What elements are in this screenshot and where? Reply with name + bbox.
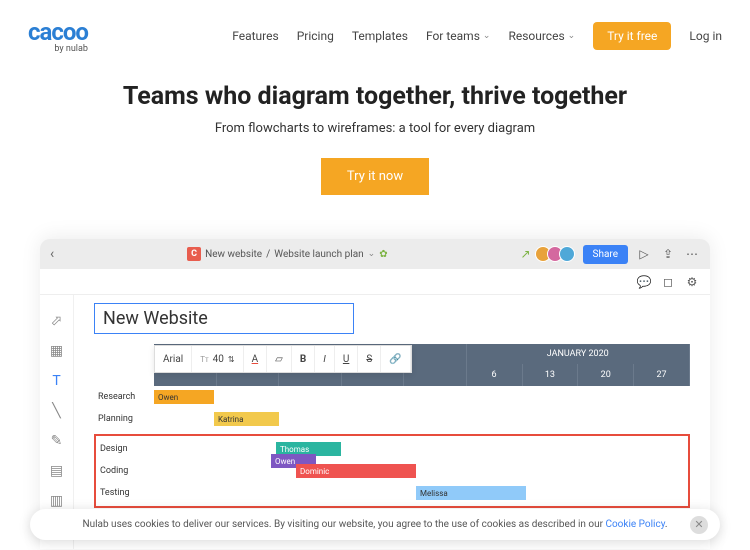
gantt-row-planning: Planning Katrina — [94, 408, 690, 430]
play-icon[interactable]: ▷ — [636, 246, 652, 262]
row-track: Owen — [154, 386, 690, 408]
nav-pricing[interactable]: Pricing — [297, 29, 334, 43]
row-track: Melissa — [156, 482, 688, 504]
close-icon[interactable]: ✕ — [690, 516, 708, 534]
breadcrumb-sep: / — [266, 249, 270, 260]
try-free-button[interactable]: Try it free — [593, 22, 671, 50]
page-icon[interactable]: ◻ — [660, 274, 676, 290]
text-tool-icon[interactable]: T — [52, 373, 60, 389]
day-cell: 6 — [467, 364, 523, 386]
task-bar[interactable]: Dominic — [296, 464, 416, 478]
chevron-down-icon: ⌄ — [568, 31, 576, 41]
highlight-button[interactable]: ▱ — [267, 346, 292, 372]
days-spacer — [94, 364, 154, 386]
text-color-button[interactable]: A — [244, 346, 268, 372]
pen-tool-icon[interactable]: ✎ — [51, 433, 63, 449]
row-track: Owen Dominic — [156, 460, 688, 482]
nav-features[interactable]: Features — [232, 29, 278, 43]
nav-resources[interactable]: Resources ⌄ — [508, 29, 575, 43]
cookie-text: Nulab uses cookies to deliver our servic… — [82, 519, 667, 530]
nav-login[interactable]: Log in — [689, 29, 722, 43]
nav-templates[interactable]: Templates — [352, 29, 408, 43]
main-nav: Features Pricing Templates For teams⌄ Re… — [232, 22, 722, 50]
try-now-button[interactable]: Try it now — [321, 158, 429, 195]
row-label: Planning — [94, 414, 154, 424]
app-preview: ‹ C New website / Website launch plan ⌄ … — [40, 239, 710, 549]
day-cell: 20 — [578, 364, 634, 386]
nav-resources-label: Resources — [508, 29, 564, 43]
month-jan: JANUARY 2020 — [467, 344, 691, 364]
avatar — [559, 246, 575, 262]
text-format-toolbar: Arial Tᴛ 40 ⇅ A ▱ B I U S 🔗 — [154, 345, 412, 373]
cookie-policy-link[interactable]: Cookie Policy — [605, 519, 664, 530]
launch-icon[interactable]: ↗ — [520, 247, 530, 261]
gantt-row-research: Research Owen — [94, 386, 690, 408]
table-tool-icon[interactable]: ▤ — [50, 463, 63, 479]
diagram-title-input[interactable]: New Website — [94, 303, 354, 334]
diagram-status-icon: ✿ — [379, 249, 387, 260]
gantt-row-testing: Testing Melissa — [96, 482, 688, 504]
export-icon[interactable]: ⇪ — [660, 246, 676, 262]
grid-tool-icon[interactable]: ▥ — [50, 493, 63, 509]
bold-button[interactable]: B — [292, 346, 315, 372]
nav-for-teams[interactable]: For teams⌄ — [426, 29, 490, 43]
day-cell — [404, 364, 467, 386]
more-icon[interactable]: ⋯ — [684, 246, 700, 262]
chevron-down-icon: ⌄ — [483, 31, 491, 41]
row-label: Testing — [96, 488, 156, 498]
cursor-tool-icon[interactable]: ⬀ — [51, 313, 63, 329]
breadcrumb-project[interactable]: New website — [205, 249, 262, 260]
font-name: Arial — [163, 354, 183, 365]
breadcrumb: C New website / Website launch plan ⌄ ✿ — [54, 247, 520, 261]
gantt-row-coding: Coding Owen Dominic — [96, 460, 688, 482]
gantt-row-design: Design Thomas — [96, 438, 688, 460]
nav-for-teams-label: For teams — [426, 29, 480, 43]
comment-icon[interactable]: 💬 — [636, 274, 652, 290]
app-logo-icon: C — [187, 247, 201, 261]
text-size-icon: Tᴛ — [200, 355, 208, 364]
task-bar[interactable]: Katrina — [214, 412, 279, 426]
site-header: cacoo by nulab Features Pricing Template… — [0, 0, 750, 72]
row-track: Thomas — [156, 438, 688, 460]
link-button[interactable]: 🔗 — [381, 346, 410, 372]
strike-button[interactable]: S — [358, 346, 381, 372]
topbar-actions: ↗ Share ▷ ⇪ ⋯ — [520, 245, 700, 264]
line-tool-icon[interactable]: ╲ — [52, 403, 60, 419]
logo-subtext: by nulab — [54, 44, 88, 54]
hero-subtitle: From flowcharts to wireframes: a tool fo… — [20, 121, 730, 136]
share-button[interactable]: Share — [583, 245, 628, 264]
row-label: Coding — [96, 466, 156, 476]
header-spacer — [94, 344, 154, 364]
task-bar[interactable]: Owen — [154, 390, 214, 404]
row-track: Katrina — [154, 408, 690, 430]
italic-button[interactable]: I — [315, 346, 335, 372]
row-label: Research — [94, 392, 154, 402]
breadcrumb-page[interactable]: Website launch plan — [274, 249, 363, 260]
hero-section: Teams who diagram together, thrive toget… — [0, 72, 750, 215]
collaborator-avatars[interactable] — [539, 246, 575, 262]
logo[interactable]: cacoo by nulab — [28, 18, 88, 54]
cookie-text-main: Nulab uses cookies to deliver our servic… — [82, 519, 605, 530]
day-cell: 27 — [634, 364, 690, 386]
task-bar[interactable]: Melissa — [416, 486, 526, 500]
app-topbar: ‹ C New website / Website launch plan ⌄ … — [40, 239, 710, 269]
font-size-selector[interactable]: Tᴛ 40 ⇅ — [192, 346, 243, 372]
logo-text: cacoo — [28, 18, 88, 46]
hero-title: Teams who diagram together, thrive toget… — [20, 82, 730, 111]
font-size-value: 40 — [213, 354, 224, 365]
selection-box[interactable]: Design Thomas Coding Owen Dominic Testin… — [94, 434, 690, 508]
cookie-banner: Nulab uses cookies to deliver our servic… — [30, 509, 720, 540]
row-label: Design — [96, 444, 156, 454]
underline-button[interactable]: U — [335, 346, 358, 372]
stepper-icon: ⇅ — [228, 355, 235, 364]
gantt-rows: Research Owen Planning Katrina Design Th… — [94, 386, 690, 508]
gear-icon[interactable]: ⚙ — [684, 274, 700, 290]
secondary-toolbar: 💬 ◻ ⚙ — [40, 269, 710, 295]
cookie-dot: . — [665, 519, 668, 530]
day-cell: 13 — [523, 364, 579, 386]
chevron-down-icon[interactable]: ⌄ — [368, 249, 376, 259]
font-selector[interactable]: Arial — [155, 346, 192, 372]
shapes-tool-icon[interactable]: ▦ — [50, 343, 63, 359]
